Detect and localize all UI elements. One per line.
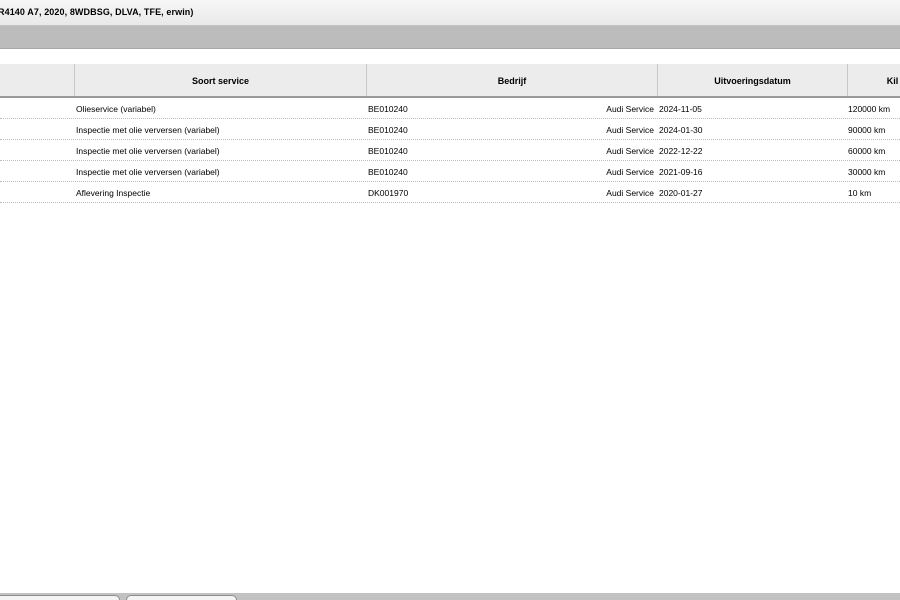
cell-service-type: Inspectie met olie verversen (variabel) (76, 146, 220, 156)
cell-execution-date: 2022-12-22 (659, 146, 703, 156)
column-header-company[interactable]: Bedrijf (366, 64, 657, 96)
table-row[interactable]: Inspectie met olie verversen (variabel) … (0, 161, 900, 182)
column-header-mileage[interactable]: Kil (847, 64, 900, 96)
cell-mileage: 120000 km (848, 104, 891, 114)
cell-execution-date: 2024-01-30 (659, 125, 703, 135)
cell-service-type: Aflevering Inspectie (76, 188, 151, 198)
cell-execution-date: 2020-01-27 (659, 188, 703, 198)
cell-company-code: DK001970 (368, 188, 409, 198)
cell-mileage: 60000 km (848, 146, 886, 156)
cell-mileage: 10 km (848, 188, 872, 198)
cell-company-name: Audi Service (606, 146, 654, 156)
cell-company-code: BE010240 (368, 167, 408, 177)
cell-company-code: BE010240 (368, 104, 408, 114)
window-title: R4140 A7, 2020, 8WDBSG, DLVA, TFE, erwin… (0, 7, 194, 17)
table-row[interactable]: Aflevering Inspectie DK001970 Audi Servi… (0, 182, 900, 203)
cell-execution-date: 2024-11-05 (659, 104, 702, 114)
cell-service-type: Olieservice (variabel) (76, 104, 156, 114)
column-header-service-type[interactable]: Soort service (74, 64, 366, 96)
cell-company-name: Audi Service (606, 125, 654, 135)
table-header: Soort service Bedrijf Uitvoeringsdatum K… (0, 64, 900, 98)
table-row[interactable]: Olieservice (variabel) BE010240 Audi Ser… (0, 98, 900, 119)
cell-company-code: BE010240 (368, 146, 408, 156)
cell-mileage: 90000 km (848, 125, 886, 135)
cell-service-type: Inspectie met olie verversen (variabel) (76, 125, 220, 135)
cell-mileage: 30000 km (848, 167, 886, 177)
column-header-blank[interactable] (0, 64, 74, 96)
table-row[interactable]: Inspectie met olie verversen (variabel) … (0, 140, 900, 161)
table-row[interactable]: Inspectie met olie verversen (variabel) … (0, 119, 900, 140)
bottom-tab-2[interactable] (126, 595, 237, 600)
cell-execution-date: 2021-09-16 (659, 167, 703, 177)
service-table: Soort service Bedrijf Uitvoeringsdatum K… (0, 64, 900, 203)
column-header-execution-date[interactable]: Uitvoeringsdatum (657, 64, 847, 96)
cell-company-name: Audi Service (606, 167, 654, 177)
service-history-window: R4140 A7, 2020, 8WDBSG, DLVA, TFE, erwin… (0, 0, 900, 600)
cell-company-code: BE010240 (368, 125, 408, 135)
cell-company-name: Audi Service (606, 188, 654, 198)
cell-company-name: Audi Service (606, 104, 654, 114)
toolbar-strip (0, 26, 900, 49)
cell-service-type: Inspectie met olie verversen (variabel) (76, 167, 220, 177)
title-bar: R4140 A7, 2020, 8WDBSG, DLVA, TFE, erwin… (0, 0, 900, 26)
bottom-tab-1[interactable] (0, 595, 120, 600)
